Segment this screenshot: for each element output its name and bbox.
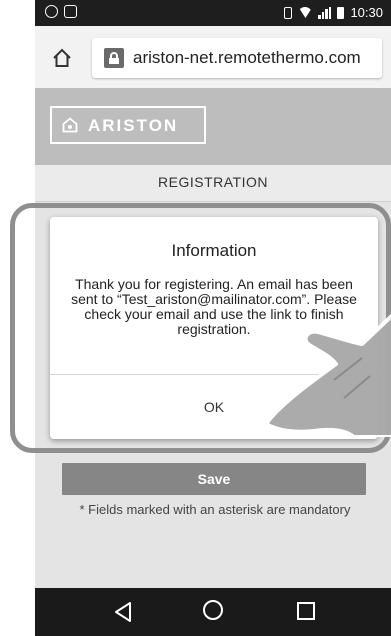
status-bar: 10:30: [35, 0, 391, 26]
address-bar[interactable]: ariston-net.remotethermo.com: [92, 38, 382, 78]
lock-icon: [104, 48, 124, 68]
logo-text: ARISTON: [88, 116, 179, 135]
site-header: ARISTON: [35, 88, 391, 165]
vibrate-icon: [284, 6, 293, 19]
mandatory-note: * Fields marked with an asterisk are man…: [79, 502, 351, 517]
browser-toolbar: ariston-net.remotethermo.com: [35, 26, 391, 89]
ariston-logo: ARISTON: [50, 106, 206, 144]
status-time: 10:30: [350, 5, 383, 20]
logo-house-icon: [62, 117, 78, 133]
image-notification-icon: [64, 5, 77, 18]
status-indicators: 10:30: [284, 5, 383, 20]
save-button[interactable]: Save: [62, 463, 366, 495]
back-icon[interactable]: [112, 600, 136, 624]
information-dialog: Information Thank you for registering. A…: [50, 217, 378, 439]
dialog-title: Information: [171, 241, 257, 260]
recents-icon[interactable]: [297, 602, 315, 620]
circle-home-icon[interactable]: [203, 600, 223, 620]
home-icon[interactable]: [52, 48, 72, 68]
status-notifications: [45, 5, 77, 18]
page-title: REGISTRATION: [158, 174, 268, 190]
url-text: ariston-net.remotethermo.com: [133, 48, 361, 67]
battery-icon: [337, 6, 345, 19]
percent-notification-icon: [45, 5, 58, 18]
page-title-bar: REGISTRATION: [35, 165, 391, 202]
ok-button[interactable]: OK: [50, 375, 378, 439]
dialog-message: Thank you for registering. An email has …: [71, 276, 357, 337]
signal-icon: [318, 6, 332, 19]
wifi-icon: [298, 7, 313, 18]
navigation-bar: [35, 588, 391, 636]
